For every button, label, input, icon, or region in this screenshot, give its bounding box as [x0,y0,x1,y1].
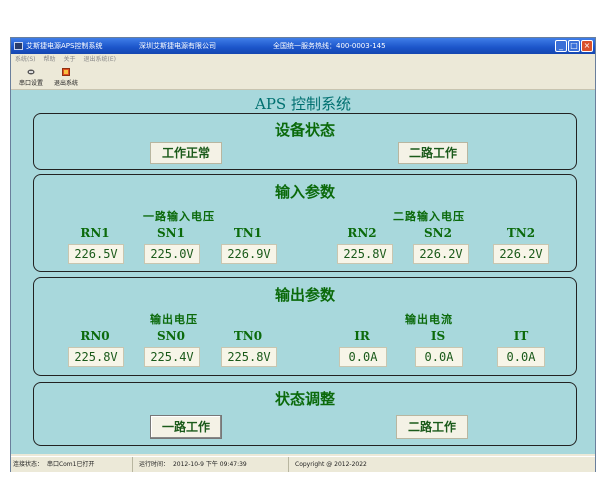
serial-port-icon [27,69,35,75]
device-status-title: 设备状态 [274,121,335,139]
voltage-value: 226.9V [221,244,277,264]
current-value: 0.0A [497,347,545,367]
voltage-value: 225.8V [68,347,124,367]
company-name: 深圳艾斯捷电源有限公司 [139,42,216,50]
output-params-panel: 输出参数 输出电压 输出电流 RN0 SN0 TN0 IR IS IT 225.… [33,277,577,376]
output-current-label: 输出电流 [405,313,453,326]
input1-voltage-label: 一路输入电压 [143,210,215,223]
app-icon [14,42,23,50]
channel-label: SN0 [157,329,185,343]
port-settings-button[interactable]: 串口设置 [12,67,50,87]
title-bar[interactable]: 艾斯捷电源APS控制系统 深圳艾斯捷电源有限公司 全国统一服务热线：400-00… [11,38,595,54]
app-title: APS 控制系统 [255,95,351,113]
channel-label: TN0 [233,329,263,343]
input2-voltage-label: 二路输入电压 [393,210,465,223]
channel-label: IS [430,329,446,343]
single-circuit-button[interactable]: 一路工作 [150,415,222,439]
voltage-value: 226.5V [68,244,124,264]
channel-label: SN1 [157,226,185,240]
close-button[interactable]: × [581,40,593,52]
port-settings-label: 串口设置 [18,80,43,87]
dual-circuit-button[interactable]: 二路工作 [396,415,468,439]
voltage-value: 225.4V [144,347,200,367]
channel-label: RN1 [80,226,110,240]
voltage-value: 225.8V [221,347,277,367]
channel-label: RN2 [347,226,377,240]
voltage-value: 226.2V [493,244,549,264]
status-bar: 连接状态： 串口Com1已打开 运行时间： 2012-10-9 下午 09:47… [11,456,595,472]
copyright: Copyright @ 2012-2022 [295,461,367,468]
run-time: 运行时间： 2012-10-9 下午 09:47:39 [137,457,289,472]
channel-label: RN0 [80,329,110,343]
menu-help[interactable]: 帮助 [44,56,56,63]
menu-about[interactable]: 关于 [64,56,76,63]
voltage-value: 225.8V [337,244,393,264]
main-panel: APS 控制系统 设备状态 工作正常 二路工作 输入参数 一路输入电压 二路输入… [11,90,595,454]
maximize-button[interactable]: □ [568,40,580,52]
device-status-panel: 设备状态 工作正常 二路工作 [33,113,577,170]
channel-label: SN2 [424,226,452,240]
channel-label: TN1 [233,226,263,240]
output-voltage-label: 输出电压 [150,313,198,326]
menu-system[interactable]: 系统(S) [15,56,36,63]
input-params-panel: 输入参数 一路输入电压 二路输入电压 RN1 SN1 TN1 RN2 SN2 T… [33,174,577,272]
run-time-value: 2012-10-9 下午 09:47:39 [172,461,247,468]
run-time-label: 运行时间： [139,461,170,468]
connection-label: 连接状态： [13,461,44,468]
voltage-value: 225.0V [144,244,200,264]
channel-label: IT [513,329,529,343]
exit-system-label: 退出系统 [53,80,78,87]
window-title: 艾斯捷电源APS控制系统 [26,42,103,50]
menu-bar: 系统(S) 帮助 关于 退出系统(E) [11,54,595,65]
minimize-button[interactable]: _ [555,40,567,52]
exit-system-button[interactable]: 退出系统 [47,67,85,87]
connection-status: 连接状态： 串口Com1已打开 [11,457,133,472]
current-value: 0.0A [415,347,463,367]
input-params-title: 输入参数 [274,183,335,201]
channel-label: IR [354,329,370,343]
app-window: 艾斯捷电源APS控制系统 深圳艾斯捷电源有限公司 全国统一服务热线：400-00… [10,37,596,472]
state-adjust-panel: 状态调整 一路工作 二路工作 [33,382,577,446]
state-adjust-title: 状态调整 [274,390,335,408]
connection-value: 串口Com1已打开 [46,461,95,468]
mode-indicator: 二路工作 [398,142,468,164]
exit-icon [62,68,70,76]
hotline: 全国统一服务热线：400-0003-145 [273,42,386,50]
current-value: 0.0A [339,347,387,367]
toolbar: 串口设置 退出系统 [11,65,595,90]
output-params-title: 输出参数 [274,286,335,304]
voltage-value: 226.2V [413,244,469,264]
menu-exit[interactable]: 退出系统(E) [84,56,116,63]
channel-label: TN2 [506,226,536,240]
work-status-indicator: 工作正常 [150,142,222,164]
